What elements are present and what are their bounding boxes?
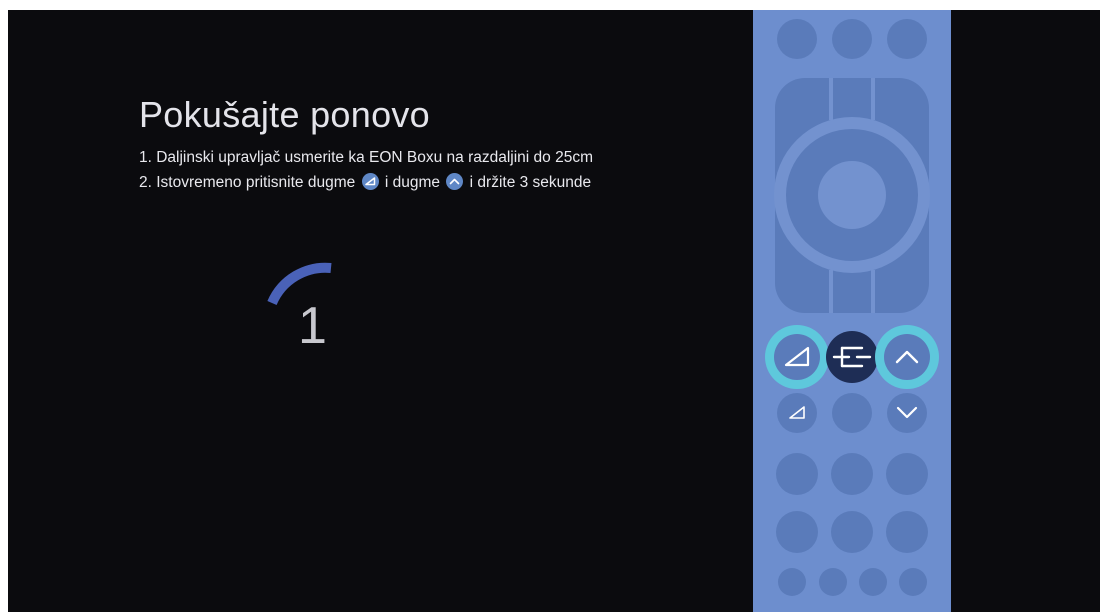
instruction-step-2-text-b: i dugme (384, 174, 441, 191)
remote-top-button-1 (777, 19, 817, 59)
remote-top-button-2 (832, 19, 872, 59)
instruction-step-1: 1. Daljinski upravljač usmerite ka EON B… (139, 149, 594, 166)
remote-blank-button (832, 393, 872, 433)
instruction-step-2: 2. Istovremeno pritisnite dugme i dugme … (139, 173, 591, 192)
volume-triangle-icon (361, 173, 379, 190)
channel-up-button (884, 334, 930, 380)
remote-top-button-3 (887, 19, 927, 59)
page-title: Pokušajte ponovo (139, 94, 431, 135)
instruction-step-2-text-a: 2. Istovremeno pritisnite dugme (139, 174, 356, 191)
instruction-step-2-text-c: i držite 3 sekunde (469, 174, 592, 191)
countdown-number: 1 (298, 297, 327, 355)
remote-control-illustration (753, 10, 951, 612)
chevron-up-icon (446, 173, 464, 190)
tv-screen: Pokušajte ponovo 1. Daljinski upravljač … (8, 10, 1100, 612)
channel-down-button (887, 393, 927, 433)
remote-nav-pad (774, 78, 930, 313)
